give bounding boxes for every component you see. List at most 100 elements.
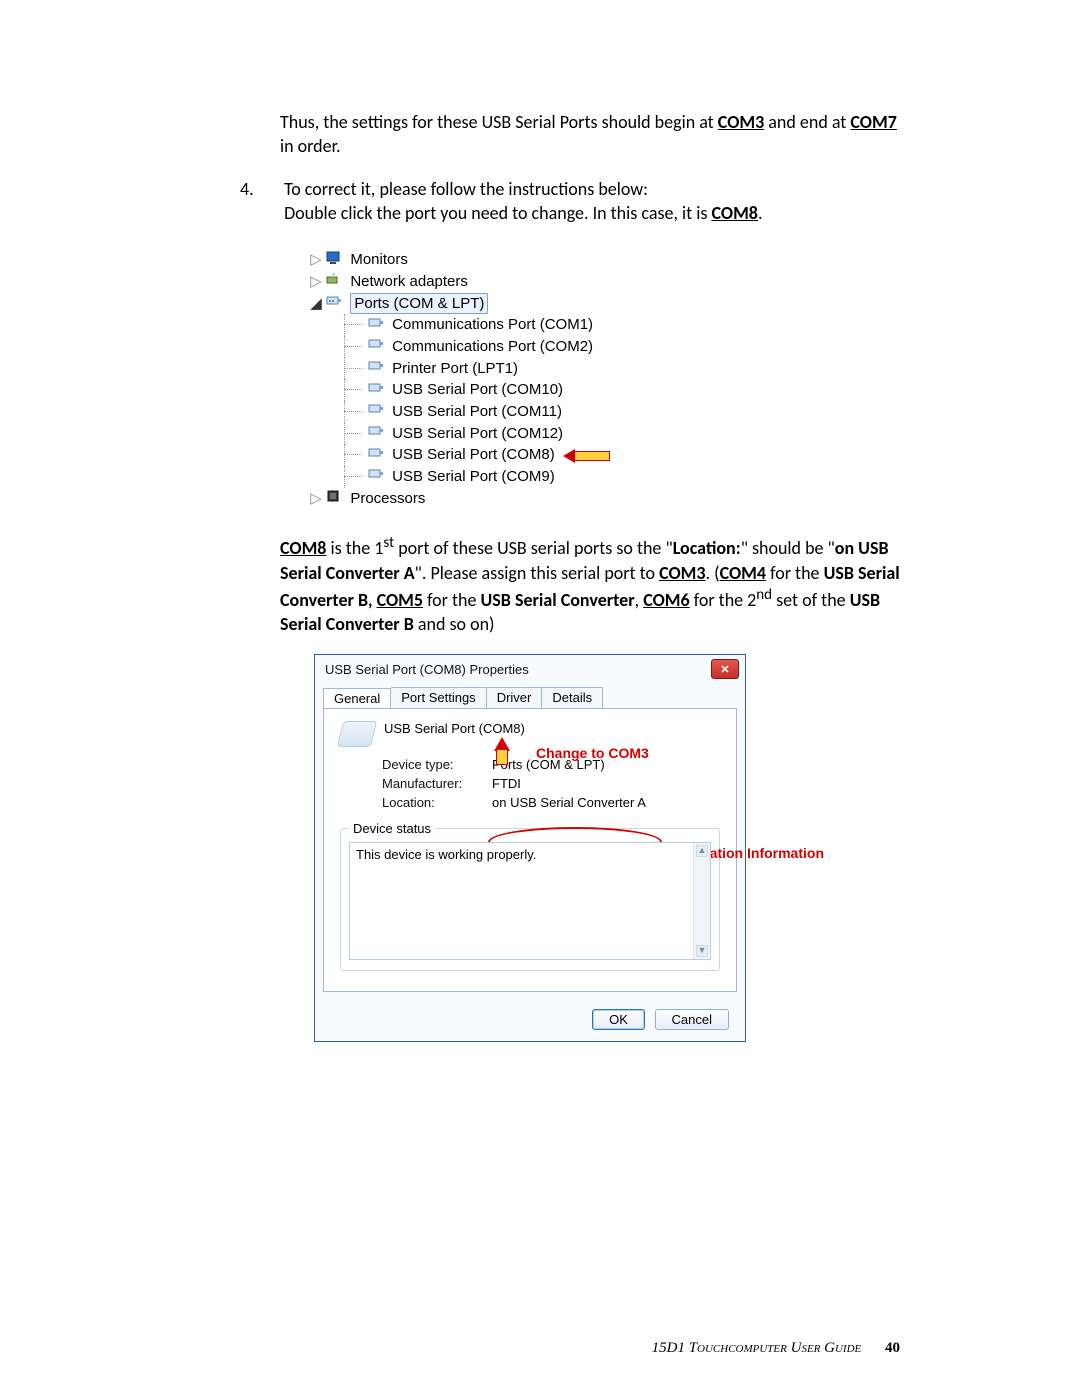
tree-label: USB Serial Port (COM11) [392,403,562,420]
legend-device-status: Device status [349,821,435,836]
device-manager-tree: ▷ Monitors ▷ Network adapters ◢ Ports (C… [310,249,740,509]
tree-child[interactable]: Communications Port (COM2) [344,336,740,358]
label-location: Location: [382,795,482,810]
dialog-titlebar[interactable]: USB Serial Port (COM8) Properties ✕ [315,655,745,687]
ok-button[interactable]: OK [592,1009,645,1030]
paragraph-intro: Thus, the settings for these USB Serial … [280,110,910,159]
tree-label: Communications Port (COM2) [392,338,593,355]
paragraph-explain: COM8 is the 1st port of these USB serial… [280,533,910,636]
tab-driver[interactable]: Driver [487,687,543,708]
scroll-down-icon[interactable]: ▼ [696,945,708,957]
text: ". Please assign this serial port to [415,562,659,584]
text: is the 1 [326,537,383,559]
text: , [635,589,644,611]
tree-label: Network adapters [350,273,468,290]
tree-child[interactable]: Printer Port (LPT1) [344,358,740,380]
port-icon [368,380,384,401]
tree-label: USB Serial Port (COM8) [392,446,555,463]
status-textbox[interactable]: This device is working properly. ▲ ▼ [349,842,711,960]
text: Double click the port you need to change… [284,202,711,224]
tree-label: USB Serial Port (COM9) [392,468,555,485]
text: set of the [772,589,850,611]
step-4: 4. To correct it, please follow the inst… [240,177,910,226]
tab-details[interactable]: Details [542,687,603,708]
close-button[interactable]: ✕ [711,659,739,679]
text: for the [423,589,481,611]
tree-node-monitors[interactable]: ▷ Monitors [310,249,740,271]
port-icon [368,358,384,379]
expand-icon[interactable]: ▷ [310,249,322,270]
tree-child[interactable]: USB Serial Port (COM12) [344,423,740,445]
dialog-title: USB Serial Port (COM8) Properties [325,662,529,677]
tree-label-selected: Ports (COM & LPT) [350,293,488,314]
page-footer: 15D1 Touchcomputer User Guide 40 [652,1340,900,1357]
tab-general[interactable]: General [323,688,391,709]
device-icon [337,721,377,747]
properties-dialog: USB Serial Port (COM8) Properties ✕ Gene… [314,654,746,1042]
text: in order. [280,135,341,157]
up-arrow-icon [494,737,510,765]
port-icon [368,423,384,444]
tab-port-settings[interactable]: Port Settings [391,687,486,708]
tree-label: Communications Port (COM1) [392,316,593,333]
list-number: 4. [240,177,280,201]
tree-child[interactable]: Communications Port (COM1) [344,314,740,336]
port-icon [368,401,384,422]
superscript: st [383,534,394,552]
text: and end at [764,111,850,133]
text: Thus, the settings for these USB Serial … [280,111,718,133]
text: for the [766,562,824,584]
scrollbar[interactable]: ▲ ▼ [693,843,710,959]
text: port of these USB serial ports so the " [394,537,673,559]
cancel-button[interactable]: Cancel [655,1009,729,1030]
tree-node-ports[interactable]: ◢ Ports (COM & LPT) [310,293,740,315]
tree-node-network[interactable]: ▷ Network adapters [310,271,740,293]
value-manufacturer: FTDI [492,776,521,791]
tree-node-processors[interactable]: ▷ Processors [310,488,740,510]
com3-ref: COM3 [718,111,764,133]
tree-child[interactable]: USB Serial Port (COM11) [344,401,740,423]
text: for the 2 [690,589,757,611]
tree-label: Monitors [350,251,408,268]
com7-ref: COM7 [850,111,896,133]
dialog-buttons: OK Cancel [315,1002,745,1041]
tree-label: USB Serial Port (COM12) [392,425,563,442]
tree-label: Printer Port (LPT1) [392,360,518,377]
port-icon [326,293,342,314]
scroll-up-icon[interactable]: ▲ [696,845,708,857]
network-icon [326,271,342,292]
label-device-type: Device type: [382,757,482,772]
label-manufacturer: Manufacturer: [382,776,482,791]
page-number: 40 [885,1340,900,1356]
expand-icon[interactable]: ▷ [310,271,322,292]
text: . [758,202,763,224]
collapse-icon[interactable]: ◢ [310,293,322,314]
device-status-group: Device status This device is working pro… [340,828,720,971]
footer-title: 15D1 Touchcomputer User Guide [652,1340,862,1356]
expand-icon[interactable]: ▷ [310,488,322,509]
monitor-icon [326,250,342,271]
pointer-arrow-icon [563,445,610,466]
text: Location: [673,537,741,559]
value-location: on USB Serial Converter A [492,795,646,810]
tree-child[interactable]: USB Serial Port (COM9) [344,466,740,488]
com8-ref: COM8 [712,202,758,224]
text: COM4 [720,562,766,584]
tree-label: USB Serial Port (COM10) [392,381,563,398]
text: COM5 [377,589,423,611]
text: USB Serial Converter [481,589,635,611]
text: COM6 [643,589,689,611]
tab-panel: USB Serial Port (COM8) Change to COM3 De… [323,708,737,992]
tree-child-com8[interactable]: USB Serial Port (COM8) [344,444,740,466]
text: . ( [706,562,720,584]
text: " should be " [741,537,835,559]
cpu-icon [326,488,342,509]
text: To correct it, please follow the instruc… [284,178,648,200]
status-text: This device is working properly. [356,847,536,862]
superscript: nd [756,586,772,604]
text: and so on) [414,613,495,635]
port-icon [368,336,384,357]
port-icon [368,315,384,336]
tree-child[interactable]: USB Serial Port (COM10) [344,379,740,401]
device-info: Device type:Ports (COM & LPT) Manufactur… [382,757,720,810]
